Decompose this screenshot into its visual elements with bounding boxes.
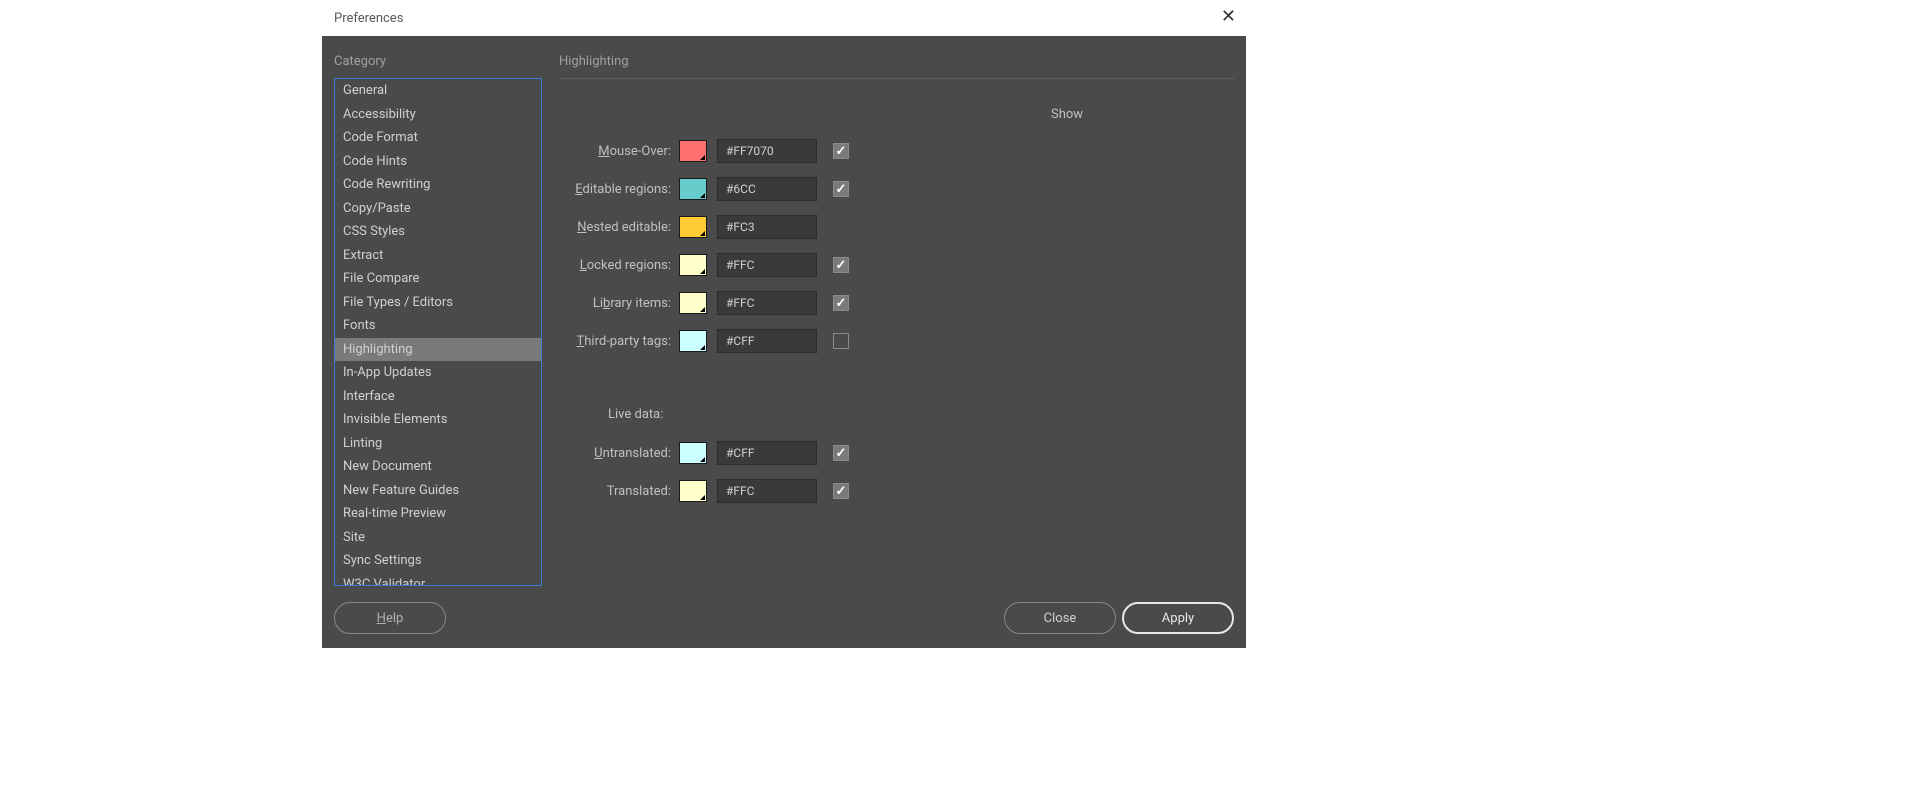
label-translated: Translated:: [559, 484, 679, 499]
input-library-items[interactable]: [717, 291, 817, 315]
checkbox-library-items-show[interactable]: [833, 295, 849, 311]
row-translated: Translated:: [559, 477, 849, 505]
category-item[interactable]: CSS Styles: [335, 220, 541, 244]
category-item[interactable]: In-App Updates: [335, 361, 541, 385]
input-editable-regions[interactable]: [717, 177, 817, 201]
titlebar: Preferences ✕: [322, 0, 1246, 36]
category-item[interactable]: Sync Settings: [335, 549, 541, 573]
help-button[interactable]: Help: [334, 602, 446, 634]
button-row: Help Close Apply: [322, 602, 1246, 636]
input-untranslated[interactable]: [717, 441, 817, 465]
dialog-title: Preferences: [334, 11, 403, 26]
swatch-translated[interactable]: [679, 480, 707, 502]
checkbox-editable-regions-show[interactable]: [833, 181, 849, 197]
label-editable-regions: Editable regions:: [559, 182, 679, 197]
row-editable-regions: Editable regions:: [559, 175, 849, 203]
label-locked-regions: Locked regions:: [559, 258, 679, 273]
category-item[interactable]: New Document: [335, 455, 541, 479]
category-item[interactable]: Interface: [335, 385, 541, 409]
input-third-party-tags[interactable]: [717, 329, 817, 353]
category-list[interactable]: GeneralAccessibilityCode FormatCode Hint…: [334, 78, 542, 586]
category-item[interactable]: Site: [335, 526, 541, 550]
swatch-third-party-tags[interactable]: [679, 330, 707, 352]
swatch-mouse-over[interactable]: [679, 140, 707, 162]
category-item[interactable]: Highlighting: [335, 338, 541, 362]
input-translated[interactable]: [717, 479, 817, 503]
category-item[interactable]: Linting: [335, 432, 541, 456]
show-column-header: Show: [1051, 107, 1083, 122]
label-mouse-over: Mouse-Over:: [559, 144, 679, 159]
label-library-items: Library items:: [559, 296, 679, 311]
checkbox-untranslated-show[interactable]: [833, 445, 849, 461]
category-item[interactable]: Extract: [335, 244, 541, 268]
swatch-library-items[interactable]: [679, 292, 707, 314]
category-item[interactable]: Fonts: [335, 314, 541, 338]
category-item[interactable]: Code Hints: [335, 150, 541, 174]
input-locked-regions[interactable]: [717, 253, 817, 277]
category-item[interactable]: Copy/Paste: [335, 197, 541, 221]
swatch-locked-regions[interactable]: [679, 254, 707, 276]
label-nested-editable: Nested editable:: [559, 220, 679, 235]
settings-panel: Show Mouse-Over: Editable regions: Neste…: [559, 78, 1234, 588]
row-nested-editable: Nested editable:: [559, 213, 817, 241]
category-heading: Category: [334, 54, 386, 69]
category-item[interactable]: Invisible Elements: [335, 408, 541, 432]
category-item[interactable]: W3C Validator: [335, 573, 541, 587]
row-library-items: Library items:: [559, 289, 849, 317]
category-item[interactable]: Real-time Preview: [335, 502, 541, 526]
category-item[interactable]: File Compare: [335, 267, 541, 291]
category-item[interactable]: File Types / Editors: [335, 291, 541, 315]
category-item[interactable]: Code Rewriting: [335, 173, 541, 197]
preferences-dialog: Preferences ✕ Category Highlighting Gene…: [322, 0, 1246, 648]
row-untranslated: Untranslated:: [559, 439, 849, 467]
input-mouse-over[interactable]: [717, 139, 817, 163]
checkbox-locked-regions-show[interactable]: [833, 257, 849, 273]
checkbox-translated-show[interactable]: [833, 483, 849, 499]
label-third-party-tags: Third-party tags:: [559, 334, 679, 349]
label-untranslated: Untranslated:: [559, 446, 679, 461]
dialog-body: Category Highlighting GeneralAccessibili…: [322, 36, 1246, 648]
input-nested-editable[interactable]: [717, 215, 817, 239]
live-data-heading: Live data:: [608, 407, 663, 422]
swatch-nested-editable[interactable]: [679, 216, 707, 238]
row-mouse-over: Mouse-Over:: [559, 137, 849, 165]
panel-heading: Highlighting: [559, 54, 629, 69]
swatch-editable-regions[interactable]: [679, 178, 707, 200]
apply-button[interactable]: Apply: [1122, 602, 1234, 634]
swatch-untranslated[interactable]: [679, 442, 707, 464]
checkbox-third-party-tags-show[interactable]: [833, 333, 849, 349]
category-item[interactable]: New Feature Guides: [335, 479, 541, 503]
row-locked-regions: Locked regions:: [559, 251, 849, 279]
checkbox-mouse-over-show[interactable]: [833, 143, 849, 159]
category-item[interactable]: Accessibility: [335, 103, 541, 127]
row-third-party-tags: Third-party tags:: [559, 327, 849, 355]
category-item[interactable]: General: [335, 79, 541, 103]
category-item[interactable]: Code Format: [335, 126, 541, 150]
close-icon[interactable]: ✕: [1221, 8, 1236, 26]
close-button[interactable]: Close: [1004, 602, 1116, 634]
